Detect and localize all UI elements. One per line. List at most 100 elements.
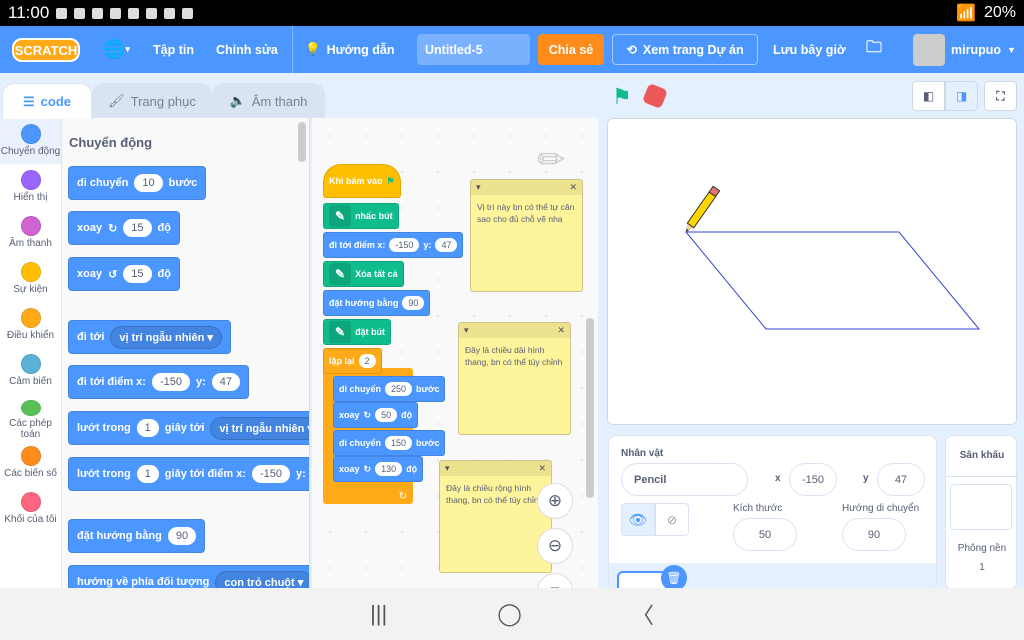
small-stage-button[interactable]: ◧ xyxy=(912,81,945,111)
menu-tutorials[interactable]: 💡 Hướng dẫn xyxy=(292,26,395,73)
home-icon[interactable]: ◯ xyxy=(497,601,522,627)
tab-costumes[interactable]: 🖌 Trang phục xyxy=(92,83,212,119)
project-title-input[interactable]: Untitled-5 xyxy=(417,34,530,65)
block-number-input[interactable]: -150 xyxy=(151,373,190,391)
menu-file[interactable]: Tập tin xyxy=(153,26,194,73)
script-block[interactable]: di chuyển 250 bước xyxy=(333,376,446,402)
category-4[interactable]: Điều khiển xyxy=(0,302,61,348)
block-dropdown[interactable]: con trỏ chuột ▾ xyxy=(215,570,309,588)
block-number-input[interactable]: -150 xyxy=(389,238,420,252)
block-number-input[interactable]: 10 xyxy=(134,174,163,192)
block-number-input[interactable]: 150 xyxy=(385,436,413,450)
save-now-button[interactable]: Lưu bây giờ xyxy=(773,26,846,73)
palette-block[interactable]: đi tới vị trí ngẫu nhiên ▾ xyxy=(68,320,231,354)
stage-thumbnail[interactable] xyxy=(950,484,1012,530)
collapse-caret-icon[interactable]: ▾ xyxy=(464,325,469,336)
direction-input[interactable]: 90 xyxy=(842,518,906,551)
palette-block[interactable]: hướng về phía đối tượng con trỏ chuột ▾ xyxy=(68,565,309,588)
script-block[interactable]: đi tới điểm x: -150 y: 47 xyxy=(323,232,464,258)
recent-apps-icon[interactable]: ||| xyxy=(370,601,387,627)
scratch-logo[interactable]: SCRATCH xyxy=(12,38,80,62)
script-area[interactable]: ↻ Khi bấm vào ⚑ ✎ nhấc bút đi tới điểm x: -15… xyxy=(312,118,598,588)
delete-sprite-trash-icon[interactable]: 🗑 xyxy=(661,565,687,589)
collapse-caret-icon[interactable]: ▾ xyxy=(445,463,450,474)
script-block[interactable]: ✎ nhấc bút xyxy=(323,203,399,229)
palette-block[interactable]: xoay ↻ 15 độ xyxy=(68,211,180,245)
category-1[interactable]: Hiển thị xyxy=(0,164,61,210)
block-number-input[interactable]: 90 xyxy=(402,296,425,310)
category-8[interactable]: Khối của tôi xyxy=(0,486,61,532)
block-number-input[interactable]: 47 xyxy=(435,238,458,252)
script-block[interactable]: lặp lại 2 xyxy=(323,348,382,374)
category-5[interactable]: Cảm biến xyxy=(0,348,61,394)
script-block[interactable]: xoay ↻ 130 độ xyxy=(333,456,424,482)
palette-block[interactable]: lướt trong1giây tới điểm x:-150y:4 xyxy=(68,457,309,491)
palette-block[interactable]: đi tới điểm x: -150 y: 47 xyxy=(68,365,250,399)
stop-button[interactable] xyxy=(641,82,669,110)
block-number-input[interactable]: 250 xyxy=(385,382,413,396)
close-icon[interactable]: ✕ xyxy=(557,325,565,336)
script-scrollbar[interactable] xyxy=(586,318,594,498)
size-input[interactable]: 50 xyxy=(733,518,797,551)
palette-block[interactable]: lướt trong 1 giây tới vị trí ngẫu nhiên ▾ xyxy=(68,411,309,445)
category-7[interactable]: Các biến số xyxy=(0,440,61,486)
script-block[interactable]: xoay ↻ 50 độ xyxy=(333,402,419,428)
block-number-input[interactable]: 15 xyxy=(123,219,152,237)
comment-text[interactable]: Đây là chiều dài hình thang, bn có thể t… xyxy=(459,338,570,374)
stage-canvas[interactable] xyxy=(607,118,1017,425)
share-button[interactable]: Chia sẻ xyxy=(538,34,604,65)
reset-zoom-icon[interactable]: = xyxy=(537,573,573,588)
show-sprite-eye-icon[interactable]: 👁 xyxy=(621,503,655,536)
see-project-page-button[interactable]: ⟲ Xem trang Dự án xyxy=(612,34,758,65)
palette-block[interactable]: di chuyển 10 bước xyxy=(68,166,207,200)
close-icon[interactable]: ✕ xyxy=(569,182,577,193)
block-number-input[interactable]: 1 xyxy=(136,419,159,437)
sprite-name-input[interactable]: Pencil xyxy=(621,463,748,496)
zoom-out-icon[interactable]: ⊖ xyxy=(537,528,573,564)
language-globe-icon[interactable]: 🌐 ▾ xyxy=(103,26,130,73)
comment-text[interactable]: Vị trí này bn có thể tự căn sao cho đủ c… xyxy=(471,195,582,231)
block-dropdown[interactable]: vị trí ngẫu nhiên ▾ xyxy=(110,325,222,349)
stage-selector-panel[interactable]: Sân khấu Phông nền 1 xyxy=(945,435,1018,590)
comment-note[interactable]: ▾ ✕ Đây là chiều rộng hình thang, bn có th… xyxy=(439,460,552,573)
collapse-caret-icon[interactable]: ▾ xyxy=(476,182,481,193)
category-0[interactable]: Chuyển động xyxy=(0,118,61,164)
fullscreen-button[interactable]: ⛶ xyxy=(984,81,1017,111)
block-number-input[interactable]: 90 xyxy=(167,527,197,545)
category-6[interactable]: Các phép toán xyxy=(0,394,61,440)
block-dropdown[interactable]: vị trí ngẫu nhiên ▾ xyxy=(210,416,309,440)
normal-stage-button[interactable]: ◨ xyxy=(945,81,978,111)
palette-block[interactable]: đặt hướng bằng 90 xyxy=(68,519,206,553)
tab-code[interactable]: ☰ code xyxy=(2,83,92,119)
block-number-input[interactable]: -150 xyxy=(251,465,291,483)
category-3[interactable]: Sự kiện xyxy=(0,256,61,302)
palette-block[interactable]: xoay ↺ 15 độ xyxy=(68,257,180,291)
block-number-input[interactable]: 130 xyxy=(375,462,403,476)
comment-note[interactable]: ▾ ✕ Đây là chiều dài hình thang, bn có thể… xyxy=(458,322,571,435)
palette-scrollbar[interactable] xyxy=(298,122,306,162)
x-input[interactable]: -150 xyxy=(789,463,837,496)
y-input[interactable]: 47 xyxy=(877,463,925,496)
tab-sounds[interactable]: 🔈 Âm thanh xyxy=(212,83,325,119)
block-number-input[interactable]: 15 xyxy=(123,265,152,283)
block-number-input[interactable]: 1 xyxy=(136,465,159,483)
comment-note[interactable]: ▾ ✕ Vị trí này bn có thể tự căn sao cho đủ… xyxy=(470,179,583,292)
block-number-input[interactable]: 47 xyxy=(211,373,241,391)
zoom-in-icon[interactable]: ⊕ xyxy=(537,483,573,519)
block-number-input[interactable]: 50 xyxy=(375,408,398,422)
hide-sprite-eye-slash-icon[interactable]: ⊘ xyxy=(655,503,689,536)
script-block[interactable]: ✎ Xóa tất cả xyxy=(323,261,404,287)
comment-text[interactable]: Đây là chiều rộng hình thang, bn có thể … xyxy=(440,476,551,512)
block-number-input[interactable]: 2 xyxy=(358,354,376,368)
script-block[interactable]: Khi bấm vào ⚑ xyxy=(323,164,401,198)
account-menu[interactable]: mirupuo ▼ xyxy=(913,26,1016,73)
category-2[interactable]: Âm thanh xyxy=(0,210,61,256)
close-icon[interactable]: ✕ xyxy=(538,463,546,474)
script-block[interactable]: đặt hướng bằng 90 xyxy=(323,290,431,316)
script-block[interactable]: di chuyển 150 bước xyxy=(333,430,446,456)
back-icon[interactable]: 〈 xyxy=(632,598,654,630)
green-flag-button[interactable]: ⚑ xyxy=(612,84,632,110)
folder-icon[interactable]: 🗀 xyxy=(866,26,882,73)
script-block[interactable]: ✎ đặt bút xyxy=(323,319,392,345)
menu-edit[interactable]: Chỉnh sửa xyxy=(216,26,278,73)
